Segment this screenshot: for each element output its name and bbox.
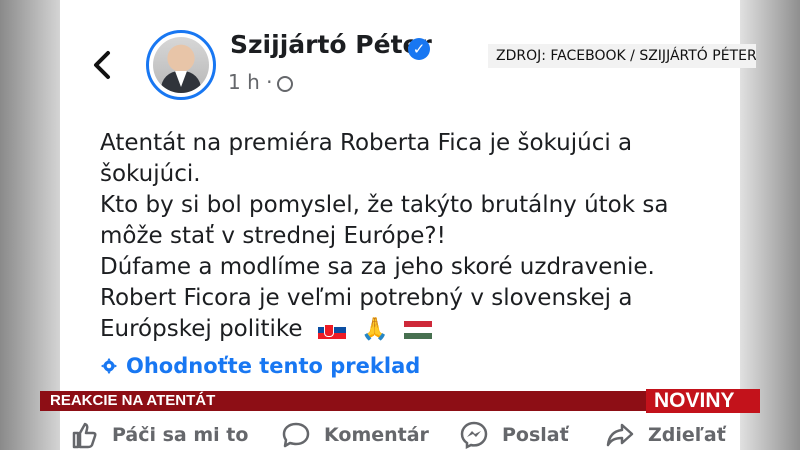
post-line-6: Robert Ficora je veľmi potrebný v sloven… bbox=[100, 285, 633, 311]
post-line-7: Európskej politike 🙏 bbox=[100, 314, 710, 345]
post-time: 1 h · bbox=[228, 70, 273, 94]
post-actions: Páči sa mi to Komentár Poslať Zdieľať bbox=[60, 419, 740, 450]
send-button[interactable]: Poslať bbox=[460, 419, 569, 450]
comment-icon bbox=[282, 422, 310, 447]
post-line-7-text: Európskej politike bbox=[100, 316, 303, 342]
messenger-icon bbox=[460, 421, 488, 449]
profile-photo bbox=[153, 37, 209, 93]
praying-hands-icon: 🙏 bbox=[361, 317, 389, 342]
slovakia-flag-icon bbox=[317, 320, 346, 339]
post-line-3: Kto by si bol pomyslel, že takýto brutál… bbox=[100, 192, 669, 218]
comment-label: Komentár bbox=[324, 423, 429, 446]
post-line-1: Atentát na premiéra Roberta Fica je šoku… bbox=[100, 130, 633, 156]
gear-icon bbox=[100, 357, 118, 375]
globe-icon bbox=[277, 76, 293, 92]
share-label: Zdieľať bbox=[648, 423, 726, 446]
share-button[interactable]: Zdieľať bbox=[606, 419, 726, 450]
post-line-5: Dúfame a modlíme sa za jeho skoré uzdrav… bbox=[100, 254, 655, 280]
rate-translation-link[interactable]: Ohodnoťte tento preklad bbox=[100, 354, 420, 378]
share-icon bbox=[606, 423, 634, 446]
back-button[interactable] bbox=[88, 48, 118, 82]
ticker-title: REAKCIE NA ATENTÁT bbox=[50, 392, 216, 409]
chevron-left-icon bbox=[94, 51, 110, 79]
hungary-flag-icon bbox=[403, 320, 432, 339]
post-text: Atentát na premiéra Roberta Fica je šoku… bbox=[100, 128, 710, 345]
post-line-4: môže stať v strednej Európe?! bbox=[100, 223, 446, 249]
avatar[interactable] bbox=[146, 30, 216, 100]
rate-translation-label: Ohodnoťte tento preklad bbox=[126, 354, 421, 378]
thumbs-up-icon bbox=[72, 422, 97, 448]
post-line-2: šokujúci. bbox=[100, 161, 201, 187]
author-name[interactable]: Szijjártó Péter bbox=[230, 30, 432, 59]
send-label: Poslať bbox=[502, 423, 569, 446]
source-label: ZDROJ: FACEBOOK / SZIJJÁRTÓ PÉTER bbox=[488, 44, 756, 68]
channel-logo: NOVINY bbox=[646, 389, 760, 413]
like-button[interactable]: Páči sa mi to bbox=[70, 419, 248, 450]
like-label: Páči sa mi to bbox=[112, 423, 249, 446]
comment-button[interactable]: Komentár bbox=[282, 419, 429, 450]
verified-badge-icon: ✓ bbox=[408, 38, 430, 60]
